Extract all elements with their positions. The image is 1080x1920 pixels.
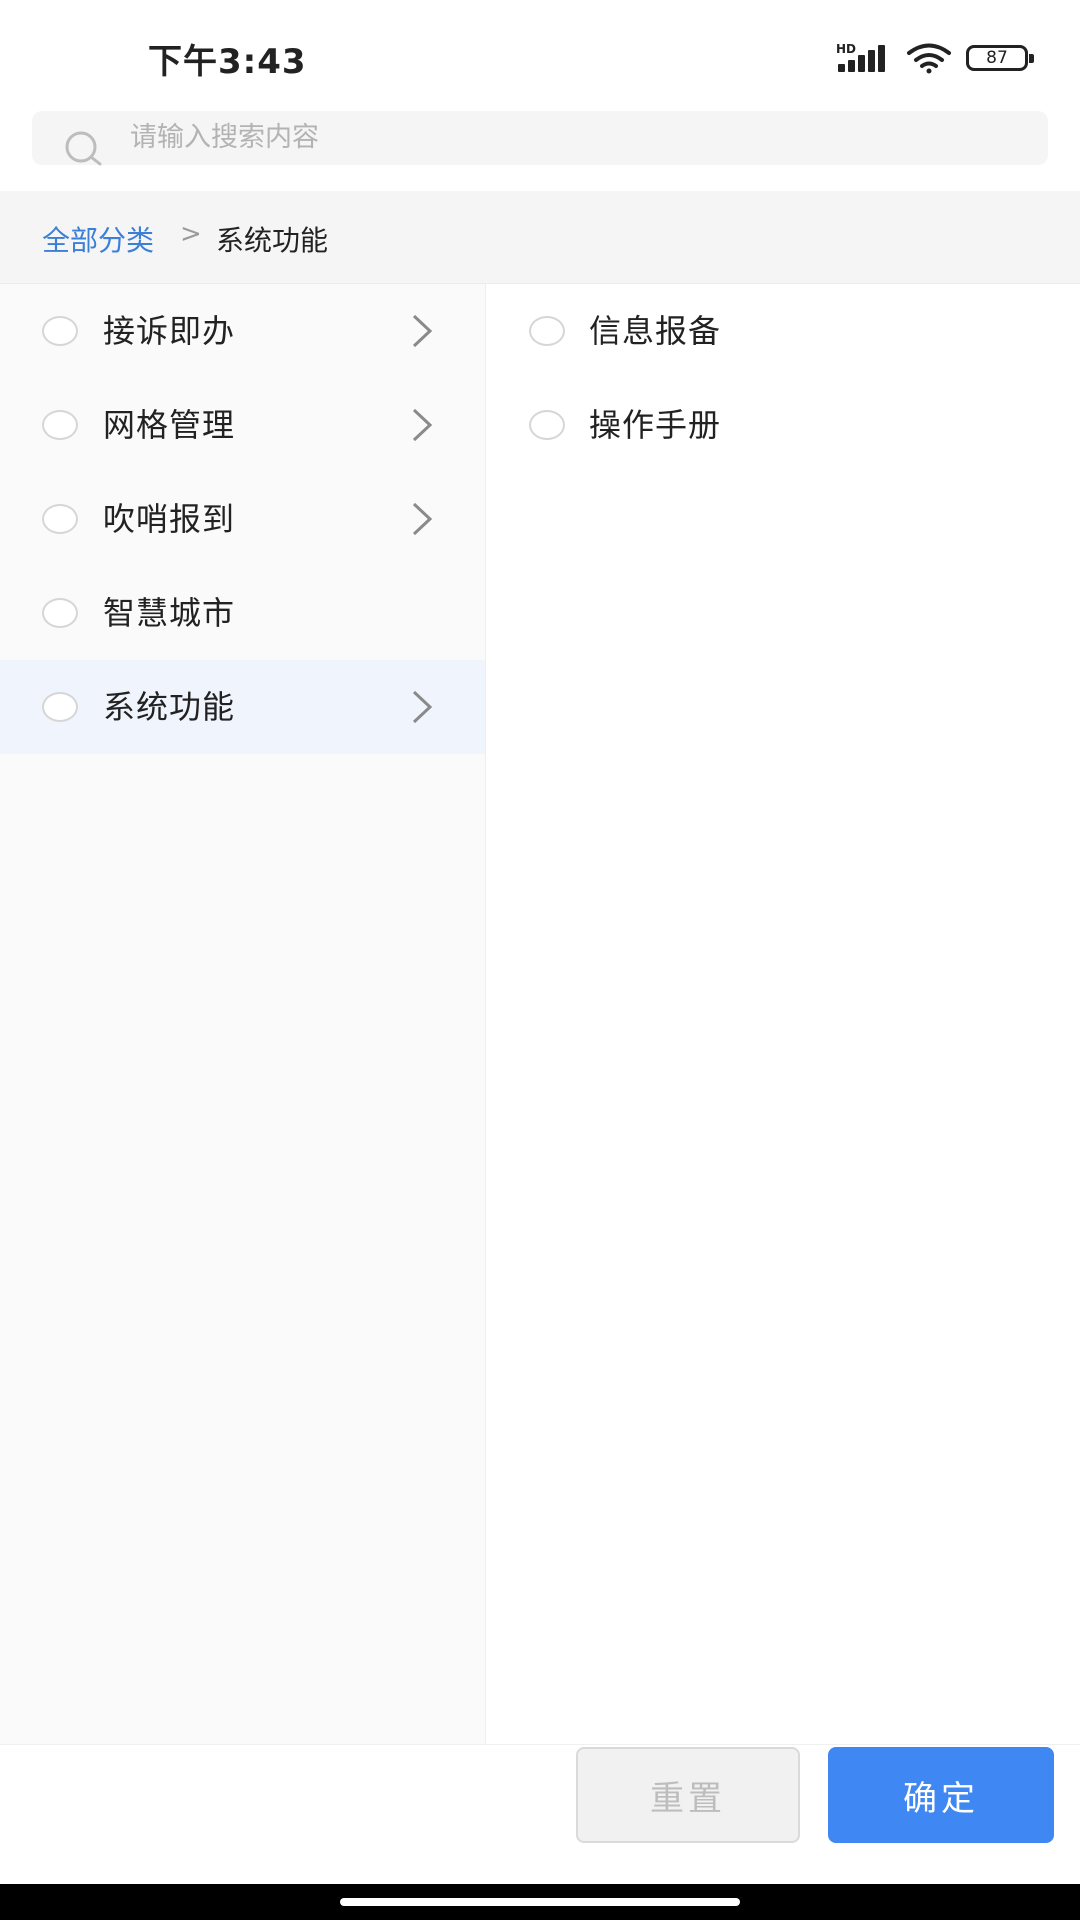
battery-level: 87 bbox=[986, 48, 1008, 68]
category-item[interactable]: 接诉即办 bbox=[0, 284, 485, 378]
system-navigation-bar bbox=[0, 1884, 1080, 1920]
search-icon bbox=[65, 131, 102, 166]
category-item[interactable]: 吹哨报到 bbox=[0, 472, 485, 566]
category-item[interactable]: 智慧城市 bbox=[0, 566, 485, 660]
category-label: 吹哨报到 bbox=[103, 500, 236, 538]
breadcrumb-root-link[interactable]: 全部分类 bbox=[42, 219, 154, 259]
subcategory-item[interactable]: 信息报备 bbox=[486, 284, 1080, 378]
category-label: 接诉即办 bbox=[103, 312, 236, 350]
category-item[interactable]: 网格管理 bbox=[0, 378, 485, 472]
category-radio[interactable] bbox=[42, 410, 78, 440]
home-indicator[interactable] bbox=[340, 1898, 740, 1906]
signal-icon: HD bbox=[836, 42, 892, 74]
subcategory-radio[interactable] bbox=[529, 316, 565, 346]
category-label: 系统功能 bbox=[103, 688, 236, 726]
search-placeholder: 请输入搜索内容 bbox=[130, 122, 319, 153]
subcategory-item[interactable]: 操作手册 bbox=[486, 378, 1080, 472]
reset-button[interactable]: 重置 bbox=[576, 1747, 800, 1843]
category-label: 智慧城市 bbox=[103, 594, 236, 632]
search-input[interactable]: 请输入搜索内容 bbox=[32, 111, 1048, 166]
subcategory-list: 信息报备 操作手册 bbox=[485, 284, 1080, 1744]
category-radio[interactable] bbox=[42, 316, 78, 346]
status-bar: 下午3:43 HD 87 bbox=[0, 0, 1080, 110]
chevron-right-icon[interactable] bbox=[410, 688, 434, 726]
chevron-right-icon[interactable] bbox=[410, 312, 434, 350]
confirm-button[interactable]: 确定 bbox=[828, 1747, 1054, 1843]
category-radio[interactable] bbox=[42, 504, 78, 534]
subcategory-radio[interactable] bbox=[529, 410, 565, 440]
subcategory-label: 操作手册 bbox=[589, 406, 722, 444]
category-list: 接诉即办 网格管理 吹哨报到 智慧城市 系统功能 bbox=[0, 284, 485, 1744]
status-icons: HD 87 bbox=[836, 38, 1034, 78]
chevron-right-icon[interactable] bbox=[410, 406, 434, 444]
breadcrumb-current: 系统功能 bbox=[216, 224, 329, 257]
wifi-icon bbox=[907, 43, 951, 74]
breadcrumb-separator: > bbox=[180, 219, 202, 249]
breadcrumb: 全部分类 > 系统功能 bbox=[0, 191, 1080, 284]
status-time: 下午3:43 bbox=[148, 42, 307, 82]
footer-actions: 重置 确定 bbox=[0, 1744, 1080, 1885]
category-item-selected[interactable]: 系统功能 bbox=[0, 660, 485, 754]
battery-icon: 87 bbox=[966, 45, 1034, 71]
network-type-label: HD bbox=[836, 42, 857, 56]
category-radio[interactable] bbox=[42, 598, 78, 628]
category-label: 网格管理 bbox=[103, 406, 236, 444]
chevron-right-icon[interactable] bbox=[410, 500, 434, 538]
category-radio[interactable] bbox=[42, 692, 78, 722]
subcategory-label: 信息报备 bbox=[589, 312, 722, 350]
